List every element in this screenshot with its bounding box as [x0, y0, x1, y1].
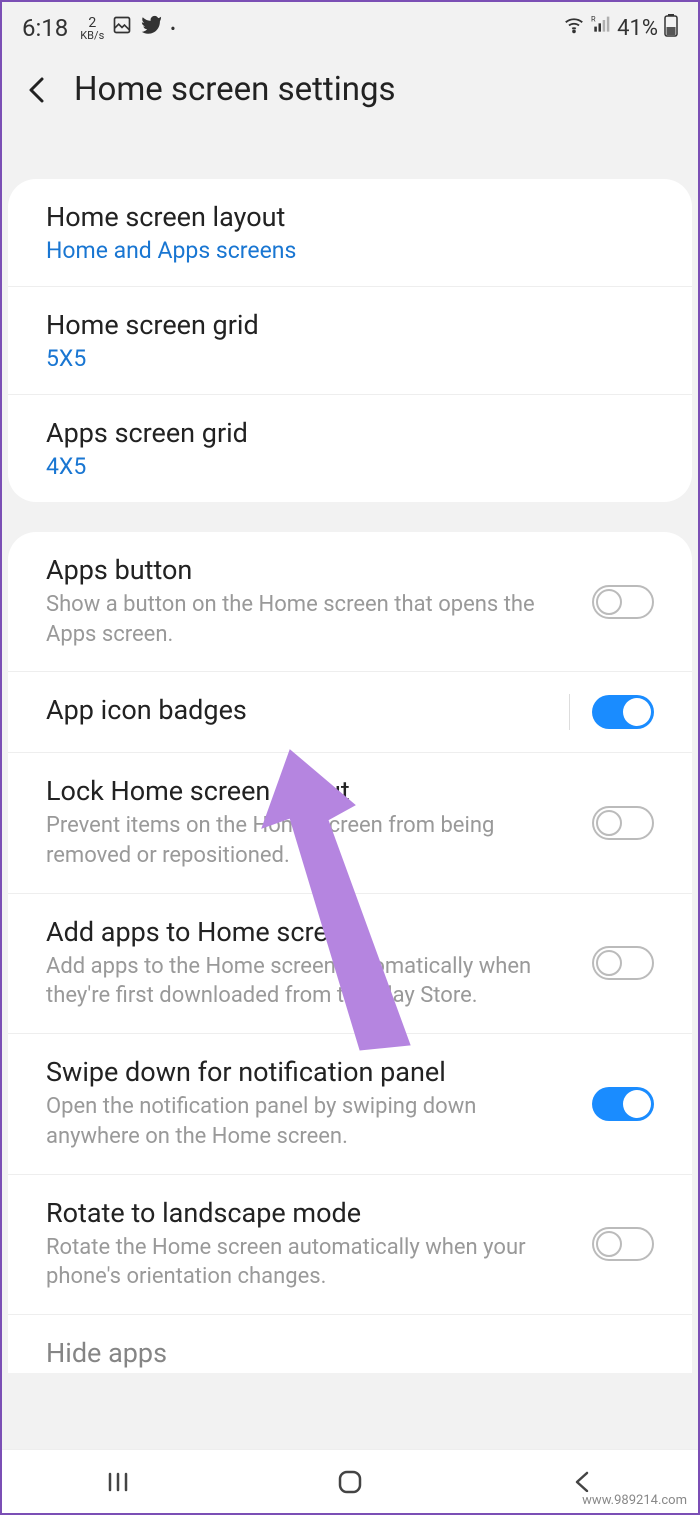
apps-button-toggle[interactable] [592, 585, 654, 619]
row-title: Apps button [46, 554, 572, 586]
signal-icon: R [591, 15, 611, 41]
svg-text:R: R [591, 15, 596, 24]
network-rate: 2 KB/s [80, 16, 104, 41]
add-apps-row[interactable]: Add apps to Home screen Add apps to the … [8, 894, 692, 1034]
row-title: Home screen grid [46, 309, 634, 341]
row-title: Hide apps [46, 1337, 654, 1369]
home-screen-grid-row[interactable]: Home screen grid 5X5 [8, 287, 692, 395]
row-title: Home screen layout [46, 201, 634, 233]
status-left: 6:18 2 KB/s • [22, 14, 176, 42]
swipe-notif-toggle[interactable] [592, 1087, 654, 1121]
row-desc: Open the notification panel by swiping d… [46, 1092, 572, 1151]
apps-button-row[interactable]: Apps button Show a button on the Home sc… [8, 532, 692, 672]
app-icon-badges-row[interactable]: App icon badges [8, 672, 692, 753]
row-desc: Show a button on the Home screen that op… [46, 590, 572, 649]
row-value: Home and Apps screens [46, 237, 634, 264]
row-value: 4X5 [46, 453, 634, 480]
status-right: R 41% [563, 13, 678, 43]
apps-screen-grid-row[interactable]: Apps screen grid 4X5 [8, 395, 692, 502]
watermark: www.989214.com [579, 1492, 690, 1509]
twitter-icon [140, 14, 162, 42]
rotate-row[interactable]: Rotate to landscape mode Rotate the Home… [8, 1175, 692, 1315]
battery-percent: 41% [617, 16, 658, 41]
row-title: Rotate to landscape mode [46, 1197, 572, 1229]
status-bar: 6:18 2 KB/s • R 41% [2, 2, 698, 50]
add-apps-toggle[interactable] [592, 946, 654, 980]
row-desc: Rotate the Home screen automatically whe… [46, 1233, 572, 1292]
row-title: Add apps to Home screen [46, 916, 572, 948]
settings-header: Home screen settings [2, 50, 698, 179]
row-desc: Prevent items on the Home screen from be… [46, 811, 572, 870]
recents-button[interactable] [103, 1467, 133, 1497]
row-title: App icon badges [46, 694, 547, 726]
hide-apps-row[interactable]: Hide apps [8, 1315, 692, 1369]
app-icon-badges-toggle[interactable] [592, 695, 654, 729]
wifi-icon [563, 14, 585, 42]
row-title: Swipe down for notification panel [46, 1056, 572, 1088]
layout-settings-card: Home screen layout Home and Apps screens… [8, 179, 692, 502]
page-title: Home screen settings [74, 70, 396, 109]
row-desc: Add apps to the Home screen automaticall… [46, 952, 572, 1011]
lock-home-layout-row[interactable]: Lock Home screen layout Prevent items on… [8, 753, 692, 893]
home-screen-layout-row[interactable]: Home screen layout Home and Apps screens [8, 179, 692, 287]
lock-home-layout-toggle[interactable] [592, 806, 654, 840]
clock: 6:18 [22, 14, 68, 42]
options-card: Apps button Show a button on the Home sc… [8, 532, 692, 1373]
row-title: Lock Home screen layout [46, 775, 572, 807]
dot-icon: • [170, 19, 175, 38]
rotate-toggle[interactable] [592, 1227, 654, 1261]
battery-icon [664, 13, 678, 43]
image-icon [112, 15, 132, 41]
row-value: 5X5 [46, 345, 634, 372]
swipe-notif-row[interactable]: Swipe down for notification panel Open t… [8, 1034, 692, 1174]
back-button[interactable] [22, 75, 52, 105]
row-title: Apps screen grid [46, 417, 634, 449]
home-button[interactable] [335, 1467, 365, 1497]
